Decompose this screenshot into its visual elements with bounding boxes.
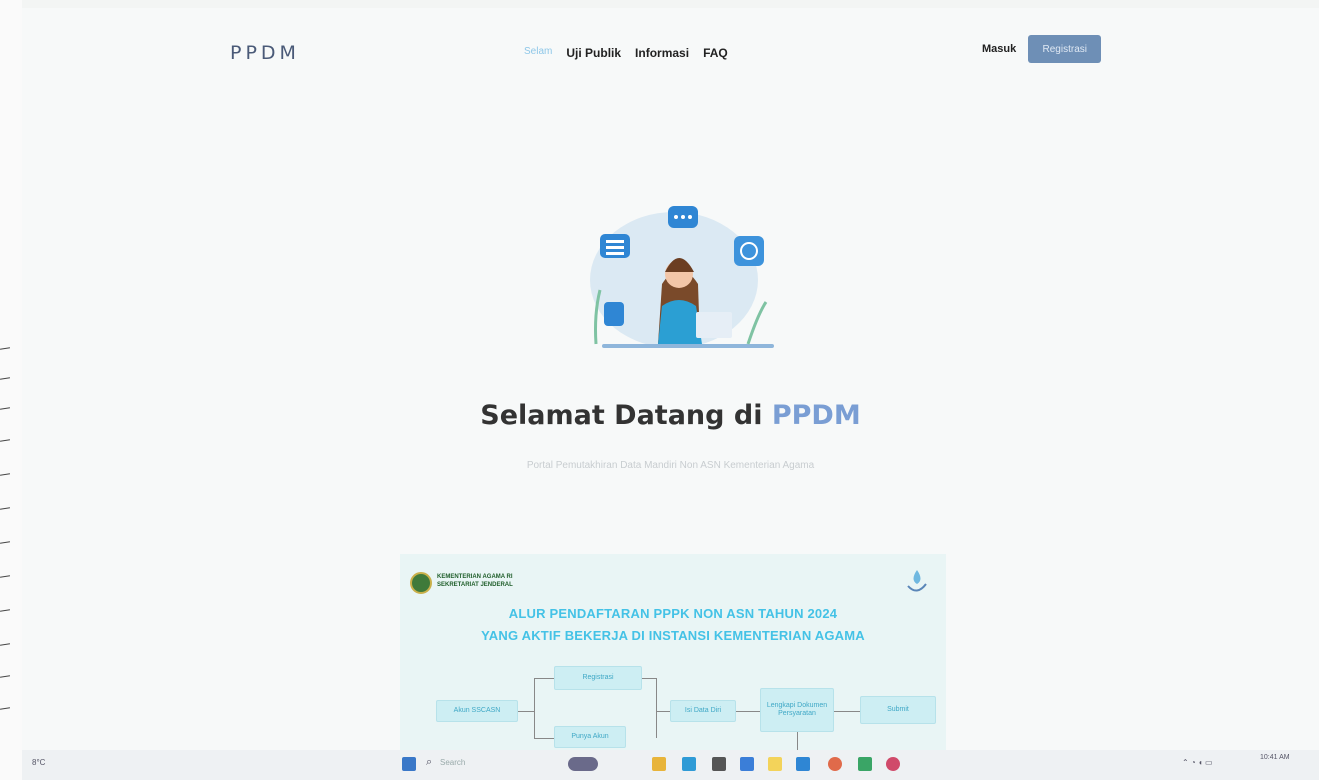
store-icon[interactable] [740,757,754,771]
edge-mark [0,439,11,442]
app-icon-2[interactable] [886,757,900,771]
flow-step-submit: Submit [860,696,936,724]
flow-step-isi-data-diri: Isi Data Diri [670,700,736,722]
file-explorer-icon[interactable] [652,757,666,771]
flow-step-registrasi: Registrasi [554,666,642,690]
login-link[interactable]: Masuk [982,43,1016,55]
hero-title-accent: PPDM [771,400,861,431]
edge-mark [0,347,11,350]
edge-mark [0,377,11,380]
site-logo[interactable]: PPDM [230,42,300,64]
edge-mark [0,675,11,678]
ministry-emblem-icon [410,572,432,594]
flyer-title-line1: ALUR PENDAFTARAN PPPK NON ASN TAHUN 2024 [508,606,838,621]
edge-mark [0,541,11,544]
windows-taskbar: 8°C ⌕ Search ⌃ ◔ ◖ ▭ 10:41 AM [22,750,1319,780]
flow-connector [518,711,534,712]
registration-flow-banner: KEMENTERIAN AGAMA RI SEKRETARIAT JENDERA… [400,554,946,750]
flyer-org-name: KEMENTERIAN AGAMA RI SEKRETARIAT JENDERA… [437,574,513,588]
water-drop-logo-icon [907,570,927,592]
vscode-icon[interactable] [796,757,810,771]
taskbar-clock[interactable]: 10:41 AM [1260,754,1290,761]
top-navbar: PPDM Selam Uji Publik Informasi FAQ Masu… [22,8,1319,88]
scan-paper-edge [0,0,22,780]
search-icon[interactable]: ⌕ [426,756,432,769]
nav-link-selamat[interactable]: Selam [524,46,552,60]
folder-icon[interactable] [768,757,782,771]
nav-links: Selam Uji Publik Informasi FAQ [524,46,728,60]
edge-mark [0,643,11,646]
flow-arrow [834,711,860,712]
nav-auth: Masuk Registrasi [982,35,1102,63]
edge-mark [0,575,11,578]
hero-subtitle: Portal Pemutakhiran Data Mandiri Non ASN… [526,460,815,471]
system-tray-icons[interactable]: ⌃ ◔ ◖ ▭ [1182,758,1213,767]
nav-link-uji-publik[interactable]: Uji Publik [566,46,621,60]
flow-step-akun-sscasn: Akun SSCASN [436,700,518,722]
flow-arrow [736,711,760,712]
flow-step-lengkapi-dokumen: Lengkapi Dokumen Persyaratan [760,688,834,732]
taskbar-search-box[interactable]: Search [440,758,465,767]
nav-link-faq[interactable]: FAQ [703,46,728,60]
flow-connector [797,732,798,750]
edge-mark [0,407,11,410]
flow-connector [534,678,554,679]
windows-start-icon[interactable] [402,757,416,771]
hero-title: Selamat Datang di PPDM [22,400,1319,431]
weather-widget[interactable]: 8°C [32,758,45,767]
edge-browser-icon[interactable] [682,757,696,771]
mail-icon[interactable] [712,757,726,771]
nav-link-informasi[interactable]: Informasi [635,46,689,60]
edge-mark [0,507,11,510]
flow-connector [656,711,670,712]
widgets-icon[interactable] [568,757,598,771]
flow-connector [642,678,656,679]
edge-mark [0,707,11,710]
flow-connector [534,738,554,739]
flow-connector [534,678,535,738]
flow-connector [656,678,657,738]
edge-mark [0,473,11,476]
register-button[interactable]: Registrasi [1028,35,1102,63]
app-icon[interactable] [858,757,872,771]
browser-page: PPDM Selam Uji Publik Informasi FAQ Masu… [22,8,1319,750]
edge-mark [0,609,11,612]
flow-step-punya-akun: Punya Akun [554,726,626,748]
customer-service-illustration [590,206,774,348]
hero-title-main: Selamat Datang di [480,400,772,431]
flyer-title-line2: YANG AKTIF BEKERJA DI INSTANSI KEMENTERI… [481,628,865,643]
chrome-icon[interactable] [828,757,842,771]
